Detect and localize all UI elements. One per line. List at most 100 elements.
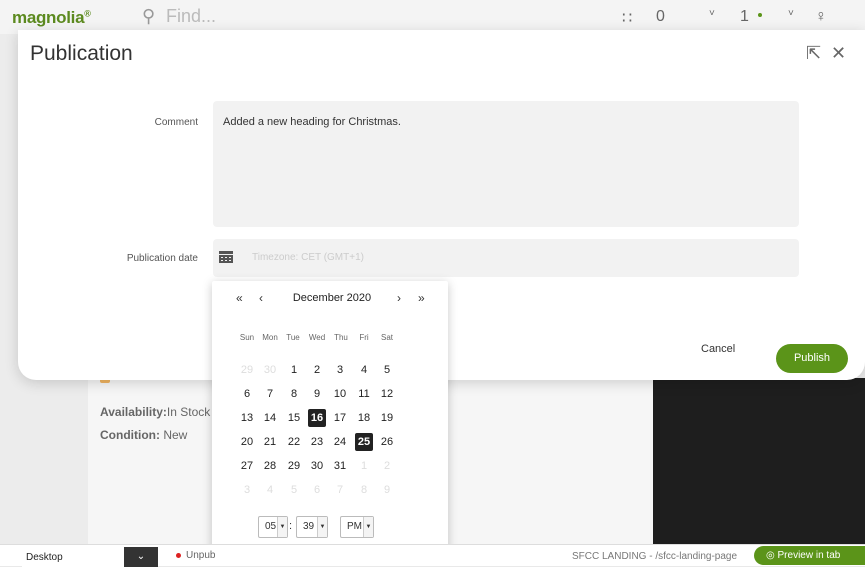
calendar-day[interactable]: 6 bbox=[308, 481, 326, 499]
chevron-down-icon[interactable]: ⌄ bbox=[124, 547, 158, 567]
calendar-day[interactable]: 11 bbox=[355, 385, 373, 403]
top-bar: magnolia® ⚲ ∷ 0 ˅ 1 ˅ ♀ bbox=[0, 0, 865, 34]
weekday-label: Sat bbox=[380, 333, 393, 342]
calendar-day[interactable]: 19 bbox=[378, 409, 396, 427]
logo-text: magnolia bbox=[12, 8, 85, 27]
calendar-day[interactable]: 30 bbox=[261, 361, 279, 379]
calendar-day[interactable]: 4 bbox=[355, 361, 373, 379]
tasks-counter[interactable]: 1 bbox=[740, 8, 749, 26]
comment-field[interactable]: Added a new heading for Christmas. bbox=[213, 101, 799, 227]
calendar-icon[interactable] bbox=[219, 251, 233, 263]
previous-month-button[interactable]: ‹ bbox=[259, 291, 263, 305]
calendar-day-today[interactable]: 16 bbox=[308, 409, 326, 427]
calendar-day[interactable]: 2 bbox=[308, 361, 326, 379]
dropdown-arrow-icon: ▼ bbox=[277, 517, 287, 537]
calendar-day[interactable]: 5 bbox=[378, 361, 396, 379]
calendar-day-selected[interactable]: 25 bbox=[355, 433, 373, 451]
publish-status: Unpub bbox=[186, 550, 216, 561]
calendar-day[interactable]: 21 bbox=[261, 433, 279, 451]
logo-mark: ® bbox=[84, 8, 91, 19]
weekday-label: Tue bbox=[286, 333, 300, 342]
maximize-icon[interactable]: ⇱ bbox=[806, 43, 821, 64]
ampm-select[interactable]: PM ▼ bbox=[340, 516, 374, 538]
comment-label: Comment bbox=[154, 117, 198, 128]
condition-text: Condition: New bbox=[100, 428, 188, 442]
magnolia-logo[interactable]: magnolia® bbox=[12, 8, 91, 28]
ampm-value: PM bbox=[347, 521, 362, 532]
previous-year-button[interactable]: « bbox=[236, 291, 243, 305]
calendar-day[interactable]: 13 bbox=[238, 409, 256, 427]
calendar-day[interactable]: 3 bbox=[331, 361, 349, 379]
calendar-day[interactable]: 30 bbox=[308, 457, 326, 475]
weekday-label: Thu bbox=[334, 333, 348, 342]
dark-image-area bbox=[653, 378, 865, 544]
apps-grid-icon[interactable]: ∷ bbox=[622, 8, 632, 28]
publication-date-field[interactable]: Timezone: CET (GMT+1) bbox=[213, 239, 799, 277]
calendar-day[interactable]: 8 bbox=[355, 481, 373, 499]
next-month-button[interactable]: › bbox=[397, 291, 401, 305]
calendar-day[interactable]: 7 bbox=[261, 385, 279, 403]
preview-in-tab-button[interactable]: ◎ Preview in tab bbox=[754, 546, 865, 565]
device-label: Desktop bbox=[26, 552, 63, 563]
calendar-day[interactable]: 17 bbox=[331, 409, 349, 427]
calendar-day[interactable]: 12 bbox=[378, 385, 396, 403]
calendar-day[interactable]: 3 bbox=[238, 481, 256, 499]
calendar-day[interactable]: 20 bbox=[238, 433, 256, 451]
publish-button[interactable]: Publish bbox=[776, 344, 848, 373]
publication-date-label: Publication date bbox=[126, 253, 198, 264]
calendar-day[interactable]: 22 bbox=[285, 433, 303, 451]
calendar-day[interactable]: 9 bbox=[308, 385, 326, 403]
calendar-day[interactable]: 24 bbox=[331, 433, 349, 451]
hour-select[interactable]: 05 ▼ bbox=[258, 516, 288, 538]
dialog-title: Publication bbox=[30, 42, 133, 65]
close-icon[interactable]: ✕ bbox=[831, 43, 846, 64]
availability-text: Availability:In Stock bbox=[100, 405, 211, 419]
status-dot-icon bbox=[176, 553, 181, 558]
calendar-day[interactable]: 8 bbox=[285, 385, 303, 403]
calendar-day[interactable]: 26 bbox=[378, 433, 396, 451]
cancel-button[interactable]: Cancel bbox=[701, 343, 735, 355]
minute-select[interactable]: 39 ▼ bbox=[296, 516, 328, 538]
weekday-label: Sun bbox=[239, 333, 255, 342]
calendar-day[interactable]: 27 bbox=[238, 457, 256, 475]
calendar-day[interactable]: 5 bbox=[285, 481, 303, 499]
calendar-day[interactable]: 2 bbox=[378, 457, 396, 475]
preview-icon: ◎ bbox=[766, 550, 775, 561]
calendar-day[interactable]: 18 bbox=[355, 409, 373, 427]
calendar-day[interactable]: 28 bbox=[261, 457, 279, 475]
calendar-day[interactable]: 29 bbox=[285, 457, 303, 475]
calendar-day[interactable]: 23 bbox=[308, 433, 326, 451]
calendar-day[interactable]: 7 bbox=[331, 481, 349, 499]
chevron-down-icon[interactable]: ˅ bbox=[788, 8, 794, 19]
timezone-placeholder: Timezone: CET (GMT+1) bbox=[252, 252, 364, 263]
calendar-day[interactable]: 14 bbox=[261, 409, 279, 427]
time-separator: : bbox=[289, 520, 293, 532]
weekday-label: Mon bbox=[262, 333, 278, 342]
dropdown-arrow-icon: ▼ bbox=[317, 517, 327, 537]
status-bar: Desktop ⌄ Unpub SFCC LANDING - /sfcc-lan… bbox=[0, 544, 865, 567]
calendar-day[interactable]: 9 bbox=[378, 481, 396, 499]
page-path: SFCC LANDING - /sfcc-landing-page bbox=[572, 551, 738, 562]
calendar-day[interactable]: 1 bbox=[285, 361, 303, 379]
calendar-day[interactable]: 31 bbox=[331, 457, 349, 475]
next-year-button[interactable]: » bbox=[418, 291, 425, 305]
calendar-day[interactable]: 4 bbox=[261, 481, 279, 499]
hour-value: 05 bbox=[265, 521, 277, 532]
chevron-down-icon[interactable]: ˅ bbox=[709, 8, 715, 19]
search-input[interactable] bbox=[166, 6, 366, 27]
calendar-day[interactable]: 15 bbox=[285, 409, 303, 427]
calendar-day[interactable]: 10 bbox=[331, 385, 349, 403]
search-icon[interactable]: ⚲ bbox=[142, 6, 155, 27]
minute-value: 39 bbox=[303, 521, 315, 532]
calendar-day[interactable]: 29 bbox=[238, 361, 256, 379]
calendar-day[interactable]: 1 bbox=[355, 457, 373, 475]
device-select[interactable]: Desktop ⌄ bbox=[22, 547, 158, 567]
dropdown-arrow-icon: ▼ bbox=[363, 517, 373, 537]
calendar-day[interactable]: 6 bbox=[238, 385, 256, 403]
notifications-counter[interactable]: 0 bbox=[656, 8, 665, 26]
user-icon[interactable]: ♀ bbox=[815, 8, 827, 26]
date-picker: « ‹ December 2020 › » Sun Mon Tue Wed Th… bbox=[212, 281, 448, 553]
tasks-indicator-dot bbox=[758, 13, 762, 17]
preview-label: Preview in tab bbox=[777, 550, 841, 561]
weekday-label: Wed bbox=[308, 333, 326, 342]
